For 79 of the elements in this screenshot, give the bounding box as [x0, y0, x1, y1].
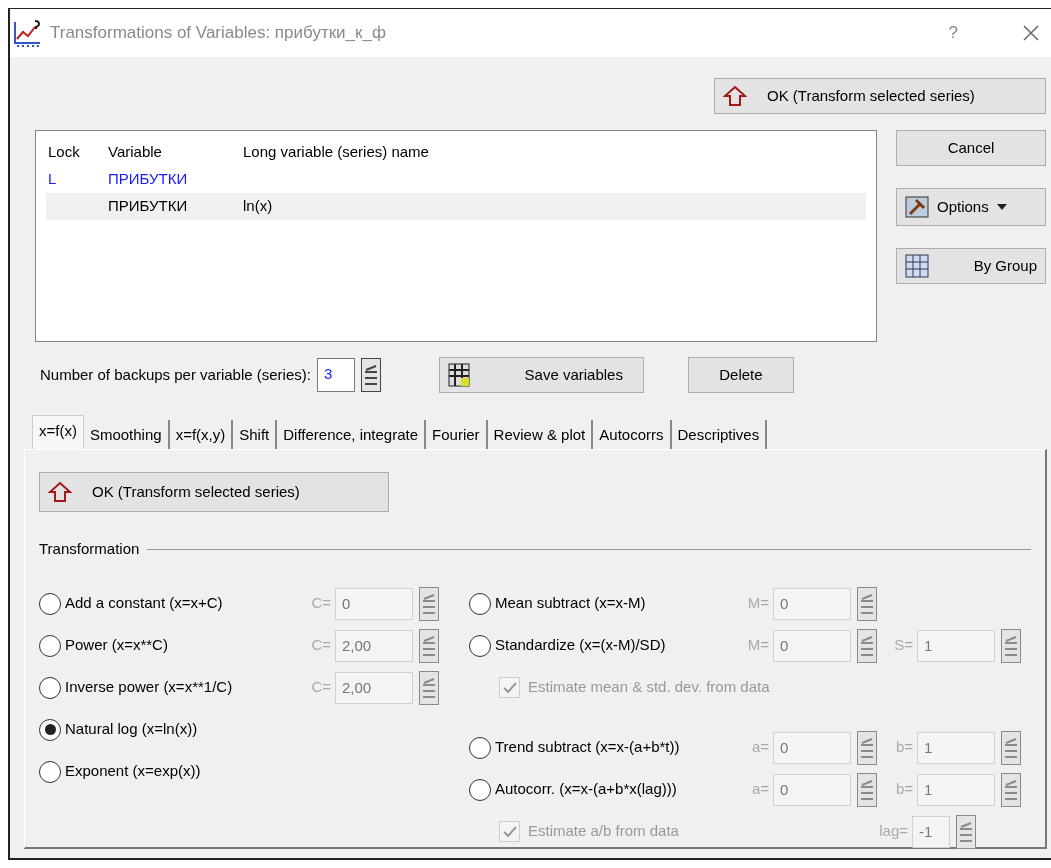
by-group-button[interactable]: By Group [896, 248, 1046, 284]
list-row[interactable]: L ПРИБУТКИ [46, 166, 866, 193]
param-label: C= [310, 593, 332, 614]
ok-button[interactable]: OK (Transform selected series) [39, 472, 389, 512]
tab[interactable]: x=f(x) [32, 415, 84, 449]
radio-button[interactable] [39, 634, 61, 657]
caret-icon [996, 204, 1007, 210]
param-field[interactable]: 2,00 [335, 629, 413, 662]
spin-button[interactable] [360, 358, 381, 392]
tab[interactable]: Difference, integrate [277, 420, 427, 449]
param-label: C= [310, 677, 332, 698]
param-field[interactable]: 1 [917, 629, 995, 662]
tab[interactable]: Review & plot [487, 420, 594, 449]
column-header: Variable [108, 142, 163, 163]
param-label: b= [894, 779, 914, 800]
radio-button[interactable] [469, 634, 491, 657]
param-label: C= [310, 635, 332, 656]
radio-button[interactable] [469, 778, 491, 801]
column-header: Long variable (series) name [243, 142, 430, 163]
option-label[interactable]: Inverse power (x=x**1/C) [65, 676, 305, 699]
radio-button[interactable] [39, 676, 61, 699]
option-label[interactable]: Exponent (x=exp(x)) [65, 760, 305, 783]
grid-icon [447, 363, 470, 387]
lock-cell-text: L [48, 169, 58, 190]
backups-label: Number of backups per variable (series): [40, 364, 311, 385]
param-label: a= [750, 737, 770, 758]
param-field[interactable]: 1 [917, 773, 995, 806]
tab[interactable]: Autocorrs [593, 420, 672, 449]
help-button[interactable]: ? [948, 20, 958, 46]
hammer-icon [905, 196, 929, 218]
name-cell-text: ln(x) [243, 196, 274, 217]
radio-button[interactable] [39, 718, 61, 741]
radio-button[interactable] [39, 760, 61, 783]
delete-button[interactable]: Delete [687, 357, 794, 393]
list-row[interactable]: ПРИБУТКИ ln(x) [46, 193, 866, 220]
cancel-button[interactable]: Cancel [896, 130, 1046, 166]
radio-button[interactable] [469, 592, 491, 615]
group-label: Transformation [39, 539, 140, 559]
radio-button[interactable] [39, 592, 61, 615]
tab[interactable]: x=f(x,y) [169, 420, 234, 449]
option-label[interactable]: Mean subtract (x=x-M) [495, 592, 743, 615]
options-button[interactable]: Options [896, 188, 1046, 226]
tab[interactable]: Shift [233, 420, 278, 449]
close-icon[interactable] [1021, 23, 1041, 43]
param-field[interactable]: 0 [773, 629, 851, 662]
param-label: lag= [878, 821, 909, 842]
param-label: M= [746, 593, 770, 614]
option-label[interactable]: Standardize (x=(x-M)/SD) [495, 634, 743, 657]
variable-cell-text: ПРИБУТКИ [108, 196, 189, 217]
param-label: S= [893, 635, 914, 656]
option-label[interactable]: Natural log (x=ln(x)) [65, 718, 305, 741]
ok-button[interactable]: OK (Transform selected series) [714, 78, 1046, 114]
save-variables-button[interactable]: Save variables [438, 357, 644, 393]
param-field[interactable]: 0 [773, 731, 851, 764]
param-field[interactable]: 0 [773, 587, 851, 620]
tab[interactable]: Smoothing [83, 420, 170, 449]
tab[interactable]: Descriptives [671, 420, 768, 449]
radio-button[interactable] [469, 736, 491, 759]
param-label: a= [750, 779, 770, 800]
param-field[interactable]: 0 [335, 587, 413, 620]
backups-field[interactable]: 3 [316, 358, 355, 392]
option-label[interactable]: Add a constant (x=x+C) [65, 592, 305, 615]
param-label: M= [746, 635, 770, 656]
option-label[interactable]: Power (x=x**C) [65, 634, 305, 657]
param-field[interactable]: 1 [917, 731, 995, 764]
option-label[interactable]: Trend subtract (x=x-(a+b*t)) [495, 736, 743, 759]
variable-cell-text: ПРИБУТКИ [108, 169, 189, 190]
tab[interactable]: Fourier [426, 420, 488, 449]
param-label: b= [894, 737, 914, 758]
variable-list[interactable]: Lock Variable Long variable (series) name L ПРИБУТКИ ПРИБУТКИ ln(x) [35, 130, 877, 342]
window-title: Transformations of Variables: прибутки_к_ф [50, 22, 386, 45]
column-header: Lock [48, 142, 81, 163]
option-label[interactable]: Autocorr. (x=x-(a+b*x(lag))) [495, 778, 743, 801]
chart-icon [12, 19, 42, 47]
param-field[interactable]: 2,00 [335, 671, 413, 704]
house-icon [48, 480, 72, 504]
grid-icon [905, 254, 929, 278]
house-icon [723, 84, 747, 108]
param-field[interactable]: 0 [773, 773, 851, 806]
